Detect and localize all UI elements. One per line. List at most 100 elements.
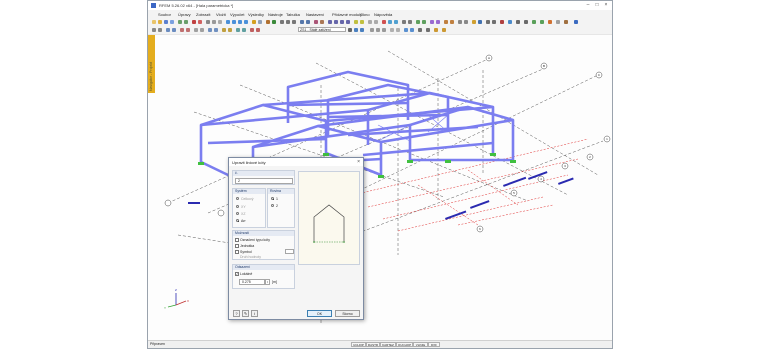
plane-option-2[interactable]: 2 — [276, 204, 278, 208]
maximize-icon[interactable]: □ — [593, 2, 601, 9]
open-folder-icon[interactable] — [158, 20, 162, 24]
check-icon[interactable] — [416, 20, 420, 24]
comment-icon[interactable] — [292, 20, 296, 24]
divide-icon[interactable] — [408, 20, 412, 24]
render-icon[interactable] — [252, 20, 256, 24]
info-icon[interactable]: i — [251, 310, 258, 317]
deform-icon[interactable] — [436, 20, 440, 24]
view-iso-icon[interactable] — [226, 20, 230, 24]
view-y-icon[interactable] — [238, 20, 242, 24]
navigator-side-tab[interactable]: Navigátor - Projekt — [148, 35, 155, 93]
section-view-icon[interactable] — [418, 28, 422, 32]
addon-icon[interactable] — [540, 20, 544, 24]
help-icon[interactable]: ? — [233, 310, 240, 317]
prev-load-case-icon[interactable] — [354, 28, 358, 32]
menu-table[interactable]: Tabulka — [286, 12, 300, 17]
undo-icon[interactable] — [178, 20, 182, 24]
option-check-type[interactable] — [235, 238, 239, 242]
minimize-icon[interactable]: – — [584, 2, 592, 9]
values-icon[interactable] — [200, 28, 204, 32]
calculate-icon[interactable] — [192, 20, 196, 24]
animation-icon[interactable] — [430, 20, 434, 24]
grid-icon[interactable] — [354, 20, 358, 24]
menu-tools[interactable]: Nástroje — [268, 12, 283, 17]
menu-file[interactable]: Soubor — [158, 12, 171, 17]
member-icon[interactable] — [340, 20, 344, 24]
report-icon[interactable] — [444, 20, 448, 24]
load-case-select[interactable]: ZS1 - Stálé zatížení — [298, 27, 346, 32]
clipping-icon[interactable] — [426, 28, 430, 32]
print-icon[interactable] — [170, 20, 174, 24]
show-all-icon[interactable] — [390, 28, 394, 32]
option-label-symbol[interactable]: Symbol — [240, 250, 252, 254]
option-check-unit[interactable] — [235, 244, 239, 248]
menu-edit[interactable]: Úpravy — [178, 12, 191, 17]
model-3d-view[interactable]: A B C 1 2 3 4 5 6 Z X Y — [148, 35, 612, 343]
view-x-icon[interactable] — [232, 20, 236, 24]
option-label-type[interactable]: Označení typu kóty — [240, 238, 270, 242]
number-field[interactable]: 2 — [235, 178, 293, 184]
local-axes-icon[interactable] — [214, 28, 218, 32]
status-dxf-button[interactable]: DXF — [428, 342, 440, 347]
cancel-button[interactable]: Storno — [335, 310, 360, 317]
offset-value-field[interactable]: 0.275 — [239, 279, 265, 285]
forces-icon[interactable] — [250, 28, 254, 32]
copy-icon[interactable] — [388, 20, 392, 24]
moments-icon[interactable] — [256, 28, 260, 32]
menu-addons[interactable]: Přídavné moduly — [332, 12, 362, 17]
labels-icon[interactable] — [228, 28, 232, 32]
status-guidelines-button[interactable]: VLINIE — [413, 342, 428, 347]
save-icon[interactable] — [164, 20, 168, 24]
export-icon[interactable] — [450, 20, 454, 24]
mirror-icon[interactable] — [402, 20, 406, 24]
plane-radio-1[interactable] — [271, 197, 274, 200]
camera-icon[interactable] — [478, 20, 482, 24]
navigator-icon[interactable] — [306, 20, 310, 24]
hide-icon[interactable] — [396, 28, 400, 32]
system-radio-arr[interactable] — [236, 219, 239, 222]
pick-icon[interactable] — [158, 28, 162, 32]
help-icon[interactable] — [574, 20, 578, 24]
options-icon[interactable] — [486, 20, 490, 24]
surface-icon[interactable] — [346, 20, 350, 24]
layers-icon[interactable] — [458, 20, 462, 24]
menu-calculate[interactable]: Výpočet — [230, 12, 244, 17]
menu-window[interactable]: Okno — [360, 12, 370, 17]
offset-local-checkbox[interactable]: ✓ — [235, 272, 239, 276]
combination-icon[interactable] — [172, 28, 176, 32]
numbering-icon[interactable] — [222, 28, 226, 32]
envelope-icon[interactable] — [186, 28, 190, 32]
new-file-icon[interactable] — [152, 20, 156, 24]
filter-icon[interactable] — [374, 20, 378, 24]
next-load-case-icon[interactable] — [360, 28, 364, 32]
status-cartesian-button[interactable]: KARTEZ — [380, 342, 396, 347]
wireframe-icon[interactable] — [258, 20, 262, 24]
redo-icon[interactable] — [184, 20, 188, 24]
model-viewport[interactable]: A B C 1 2 3 4 5 6 Z X Y — [148, 35, 612, 343]
plane-radio-2[interactable] — [271, 204, 274, 207]
rotate-icon[interactable] — [218, 20, 222, 24]
chevron-down-icon[interactable] — [348, 28, 352, 32]
status-osnap-button[interactable]: OUCHOP — [396, 342, 413, 347]
arrow-icon[interactable] — [152, 28, 156, 32]
light-icon[interactable] — [472, 20, 476, 24]
ok-button[interactable]: OK — [307, 310, 332, 317]
view-top-icon[interactable] — [382, 28, 386, 32]
load-case-icon[interactable] — [166, 28, 170, 32]
timber-icon[interactable] — [564, 20, 568, 24]
option-check-symbol[interactable] — [235, 250, 239, 254]
select-icon[interactable] — [368, 20, 372, 24]
window-icon[interactable] — [516, 20, 520, 24]
dimension-icon[interactable] — [286, 20, 290, 24]
offset-local-label[interactable]: Lokálně — [240, 272, 252, 276]
warning-icon[interactable] — [500, 20, 504, 24]
tile-icon[interactable] — [524, 20, 528, 24]
system-option-arr[interactable]: Arr — [241, 219, 246, 223]
pan-icon[interactable] — [206, 20, 210, 24]
status-snap-button[interactable]: UCHOP — [351, 342, 366, 347]
section-icon[interactable] — [314, 20, 318, 24]
delete-icon[interactable] — [382, 20, 386, 24]
supports-icon[interactable] — [272, 20, 276, 24]
menu-insert[interactable]: Vložit — [216, 12, 226, 17]
zoom-icon[interactable] — [212, 20, 216, 24]
